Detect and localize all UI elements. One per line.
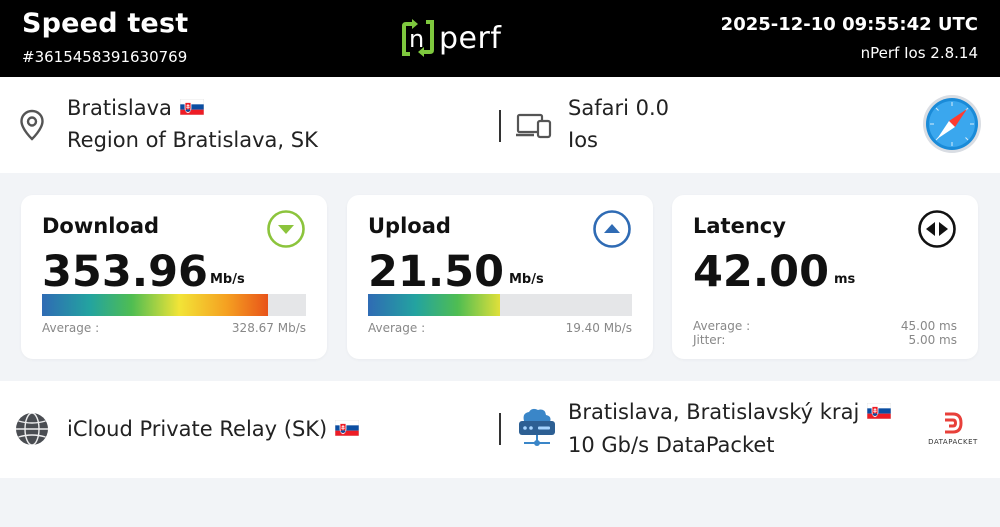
slovakia-flag-icon (867, 403, 892, 419)
download-progress-bar (42, 294, 306, 316)
latency-card: Latency 42.00 ms Average : 45.00 ms Jitt… (672, 195, 978, 359)
safari-compass-icon (923, 95, 981, 153)
globe-icon (16, 412, 48, 446)
latency-average-label: Average : (693, 319, 751, 333)
arrow-up-circle-icon (593, 210, 631, 248)
upload-progress-bar (368, 294, 632, 316)
test-datetime: 2025-12-10 09:55:42 UTC (720, 14, 978, 35)
test-id: #3615458391630769 (22, 48, 188, 66)
svg-text:n: n (409, 25, 424, 53)
latency-average-value: 45.00 ms (900, 319, 957, 333)
nperf-logo-text: perf (439, 20, 502, 56)
download-progress-fill (42, 294, 268, 316)
left-right-arrows-circle-icon (918, 210, 956, 248)
datapacket-logo-text: DATAPACKET (928, 438, 978, 446)
server-provider: 10 Gb/s DataPacket (568, 433, 775, 457)
app-version: nPerf Ios 2.8.14 (860, 44, 978, 62)
location-city: Bratislava (67, 96, 172, 120)
server-icon (519, 408, 555, 446)
download-average-value: 328.67 Mb/s (231, 321, 306, 335)
download-value: 353.96 (42, 247, 208, 297)
isp-line: iCloud Private Relay (SK) (67, 417, 360, 441)
download-average-label: Average : (42, 321, 100, 335)
download-label: Download (42, 214, 160, 238)
upload-average-label: Average : (368, 321, 426, 335)
slovakia-flag-icon (179, 99, 204, 115)
latency-jitter-value: 5.00 ms (908, 333, 957, 347)
upload-progress-fill (368, 294, 500, 316)
header-bar: Speed test #3615458391630769 n perf 2025… (0, 0, 1000, 77)
device-os: Ios (568, 128, 598, 152)
upload-unit: Mb/s (509, 272, 544, 287)
upload-card: Upload 21.50 Mb/s Average : 19.40 Mb/s (347, 195, 653, 359)
row-divider (499, 413, 501, 445)
datapacket-logo-icon (945, 412, 963, 434)
latency-unit: ms (834, 272, 856, 287)
datapacket-logo: DATAPACKET (922, 410, 984, 450)
upload-average-value: 19.40 Mb/s (565, 321, 632, 335)
page-title: Speed test (22, 8, 189, 39)
download-unit: Mb/s (210, 272, 245, 287)
upload-value: 21.50 (368, 247, 505, 297)
server-location-line: Bratislava, Bratislavský kraj (568, 400, 892, 424)
location-region: Region of Bratislava, SK (67, 128, 318, 152)
isp-name: iCloud Private Relay (SK) (67, 417, 328, 441)
arrow-down-circle-icon (267, 210, 305, 248)
upload-label: Upload (368, 214, 451, 238)
download-card: Download 353.96 Mb/s Average : 328.67 Mb… (21, 195, 327, 359)
row-divider (499, 110, 501, 142)
isp-server-row: iCloud Private Relay (SK) Bratislava, Br… (0, 381, 1000, 478)
location-pin-icon (20, 109, 44, 141)
devices-icon (516, 113, 552, 139)
latency-value: 42.00 (693, 247, 830, 297)
latency-label: Latency (693, 214, 786, 238)
slovakia-flag-icon (335, 420, 360, 436)
device-browser: Safari 0.0 (568, 96, 670, 120)
latency-jitter-label: Jitter: (693, 333, 726, 347)
server-location: Bratislava, Bratislavský kraj (568, 400, 860, 424)
nperf-logo-icon: n (402, 19, 434, 57)
location-device-row: Bratislava Region of Bratislava, SK Safa… (0, 77, 1000, 173)
location-city-line: Bratislava (67, 96, 204, 120)
nperf-logo: n perf (398, 16, 501, 60)
